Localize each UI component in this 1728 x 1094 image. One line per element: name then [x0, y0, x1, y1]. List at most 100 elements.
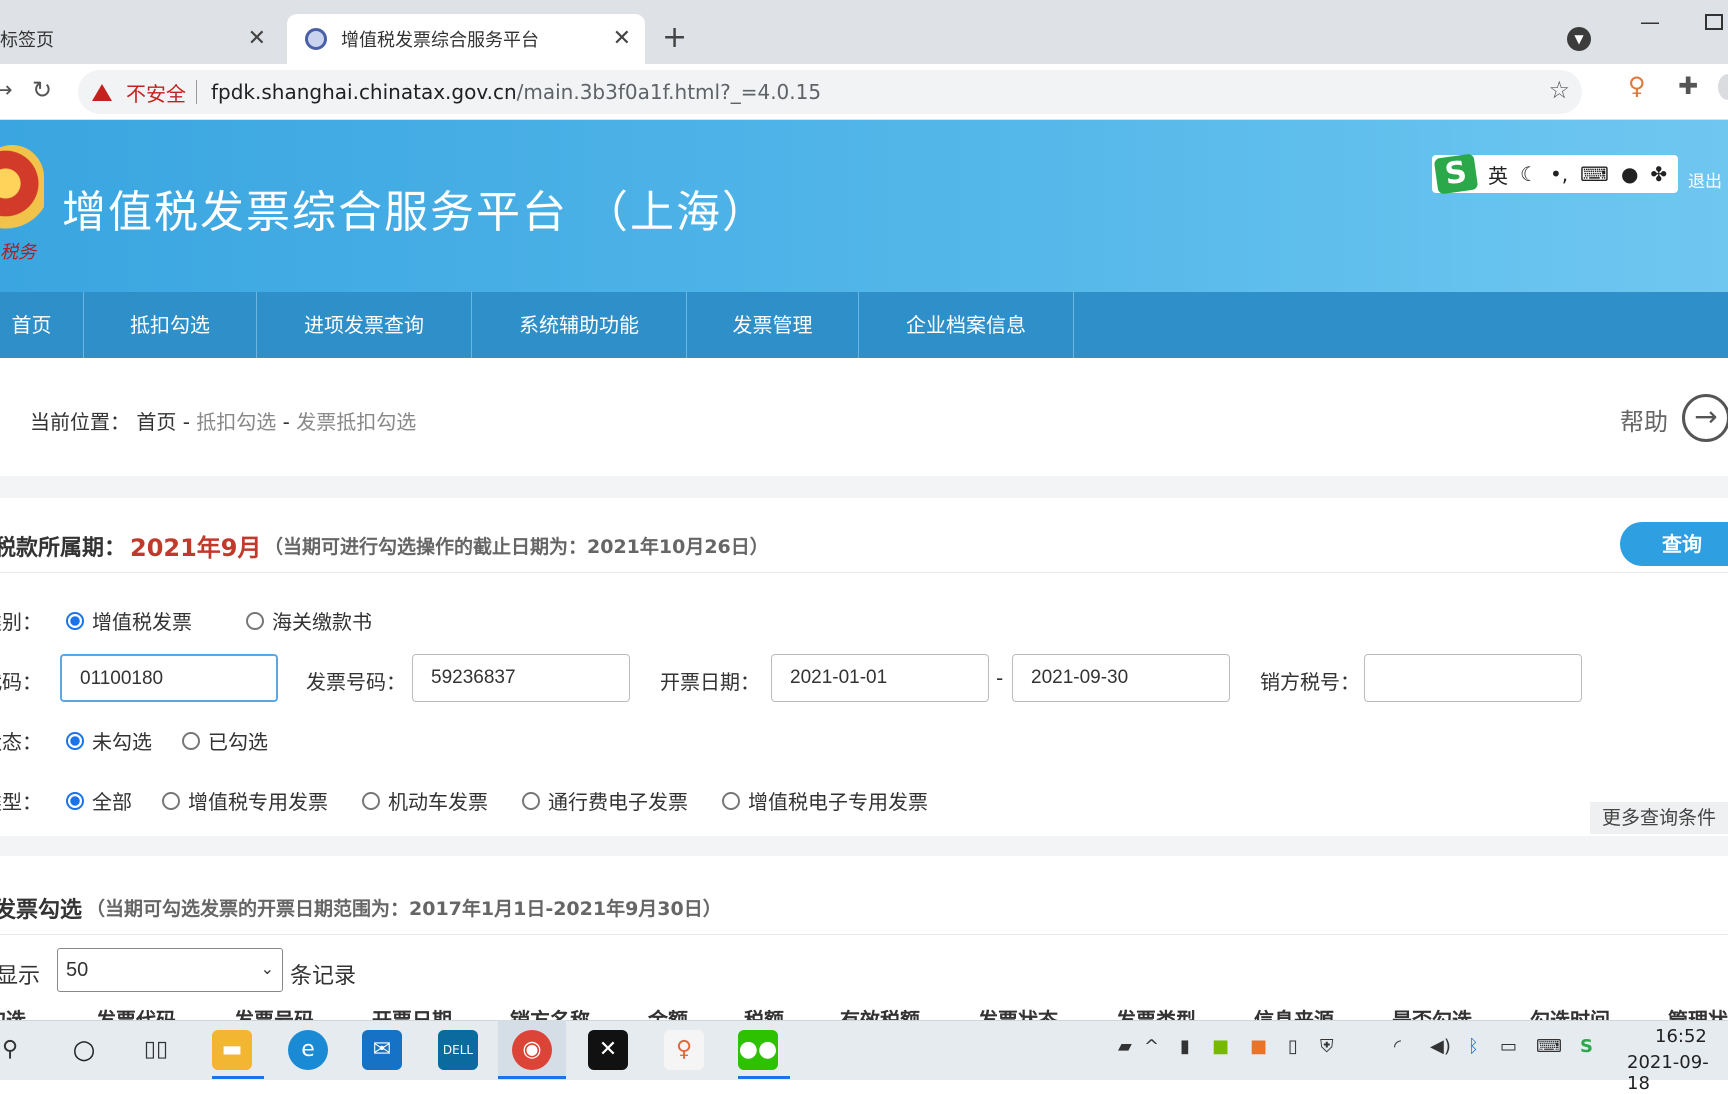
column-header[interactable]: 勾选时间	[1530, 1006, 1610, 1020]
column-header[interactable]: 管理状态	[1668, 1006, 1728, 1020]
logout-link[interactable]: 退出	[1688, 167, 1722, 192]
shield-icon[interactable]: ⛨	[1320, 1036, 1334, 1057]
column-header[interactable]: 发票代码	[96, 1006, 176, 1020]
more-conditions-button[interactable]: 更多查询条件	[1590, 802, 1728, 834]
bluetooth-icon[interactable]: ᛒ	[1468, 1036, 1479, 1057]
nav-input-invoice-query[interactable]: 进项发票查询	[257, 292, 472, 358]
close-icon[interactable]: ✕	[613, 26, 631, 51]
date-to-input[interactable]: 2021-09-30	[1012, 654, 1230, 702]
sogou-tray-icon[interactable]: S	[1580, 1036, 1593, 1057]
column-header[interactable]: 信息来源	[1254, 1006, 1334, 1020]
wechat-icon[interactable]: ●●	[738, 1030, 778, 1070]
extension-icon[interactable]: ♀	[1628, 72, 1646, 100]
dell-icon[interactable]: DELL	[438, 1030, 478, 1070]
ime-toolbar[interactable]: S 英 ☾ •, ⌨ ● ✤	[1432, 153, 1678, 195]
battery-icon[interactable]: ▭	[1500, 1036, 1517, 1057]
column-header[interactable]: 是否勾选	[1392, 1006, 1472, 1020]
minimize-icon[interactable]: —	[1640, 10, 1660, 34]
column-header[interactable]: 金额	[648, 1006, 688, 1020]
nvidia-icon[interactable]: ■	[1212, 1036, 1229, 1057]
radio-type-all[interactable]: 全部	[66, 786, 132, 815]
capcut-icon[interactable]: ✕	[588, 1030, 628, 1070]
cortana-icon[interactable]: ○	[64, 1030, 104, 1070]
tab-vat-platform[interactable]: 增值税发票综合服务平台 ✕	[287, 14, 645, 64]
column-header[interactable]: 开票日期	[372, 1006, 452, 1020]
radio-unchecked-icon[interactable]	[246, 611, 264, 630]
punctuation-icon[interactable]: •,	[1550, 162, 1568, 186]
help-link[interactable]: 帮助	[1620, 402, 1668, 437]
invoice-code-input[interactable]: 01100180	[60, 654, 278, 702]
arrow-right-icon[interactable]: →	[1682, 394, 1728, 442]
radio-type-special-vat[interactable]: 增值税专用发票	[162, 786, 328, 815]
chrome-icon[interactable]: ◉	[512, 1030, 552, 1070]
puzzle-icon[interactable]: ✚	[1678, 72, 1698, 100]
folder-tray-icon[interactable]: ▰	[1118, 1036, 1132, 1057]
usb-icon[interactable]: ▯	[1288, 1036, 1298, 1057]
column-header[interactable]: 有效税额	[840, 1006, 920, 1020]
nav-company-profile[interactable]: 企业档案信息	[859, 292, 1074, 358]
nav-deduction[interactable]: 抵扣勾选	[84, 292, 257, 358]
radio-selected[interactable]: 已勾选	[182, 726, 268, 755]
mail-icon[interactable]: ✉	[362, 1030, 402, 1070]
reload-icon[interactable]: ↻	[32, 76, 52, 104]
security-label[interactable]: 不安全	[126, 78, 186, 107]
ime-language[interactable]: 英	[1488, 160, 1508, 189]
tax-app-icon[interactable]: ♀	[664, 1030, 704, 1070]
radio-unchecked-icon[interactable]	[182, 731, 200, 750]
nav-home[interactable]: 首页	[0, 292, 84, 358]
file-explorer-icon[interactable]: ▬	[212, 1030, 252, 1070]
radio-vat-invoice[interactable]: 增值税发票	[66, 606, 192, 635]
radio-checked-icon[interactable]	[66, 731, 84, 750]
radio-customs-bill[interactable]: 海关缴款书	[246, 606, 372, 635]
radio-type-vehicle[interactable]: 机动车发票	[362, 786, 488, 815]
moon-icon[interactable]: ☾	[1520, 162, 1538, 186]
microphone-icon[interactable]: ▮	[1180, 1036, 1190, 1057]
clock-date[interactable]: 2021-09-18	[1627, 1052, 1728, 1094]
grid-icon[interactable]: ✤	[1650, 162, 1667, 186]
invoice-number-input[interactable]: 59236837	[412, 654, 630, 702]
column-header[interactable]: 发票类型	[1116, 1006, 1196, 1020]
page-size-select[interactable]: 50 ⌄	[57, 948, 283, 992]
tab-new[interactable]: 标签页 ✕	[0, 14, 280, 64]
breadcrumb-home[interactable]: 首页	[136, 410, 176, 434]
user-icon[interactable]: ●	[1621, 162, 1638, 186]
nav-system-aux[interactable]: 系统辅助功能	[472, 292, 687, 358]
column-header[interactable]: 销方名称	[510, 1006, 590, 1020]
query-button[interactable]: 查询	[1620, 522, 1728, 566]
date-from-input[interactable]: 2021-01-01	[771, 654, 989, 702]
url-input[interactable]: 不安全 fpdk.shanghai.chinatax.gov.cn /main.…	[78, 70, 1582, 114]
sogou-icon[interactable]: S	[1433, 153, 1479, 195]
nav-invoice-management[interactable]: 发票管理	[687, 292, 859, 358]
clock-time[interactable]: 16:52	[1655, 1026, 1707, 1047]
close-icon[interactable]: ✕	[248, 26, 266, 51]
keyboard-icon[interactable]: ⌨	[1580, 162, 1609, 186]
column-header[interactable]: 勾选	[0, 1006, 26, 1020]
column-header[interactable]: 发票号码	[234, 1006, 314, 1020]
radio-unchecked-icon[interactable]	[722, 791, 740, 810]
keyboard-layout-icon[interactable]: ⌨	[1536, 1036, 1562, 1057]
seller-tax-input[interactable]	[1364, 654, 1582, 702]
radio-unchecked-icon[interactable]	[162, 791, 180, 810]
breadcrumb-level1[interactable]: 抵扣勾选	[196, 410, 276, 434]
forward-arrow-icon[interactable]: →	[0, 78, 12, 103]
task-view-icon[interactable]: ▯▯	[136, 1030, 176, 1070]
radio-unselected[interactable]: 未勾选	[66, 726, 152, 755]
radio-type-toll[interactable]: 通行费电子发票	[522, 786, 688, 815]
volume-icon[interactable]: ◀)	[1430, 1036, 1451, 1057]
radio-checked-icon[interactable]	[66, 791, 84, 810]
chevron-down-icon[interactable]: ▼	[1567, 27, 1591, 51]
wifi-icon[interactable]: ◜	[1394, 1036, 1401, 1057]
radio-unchecked-icon[interactable]	[362, 791, 380, 810]
chevron-up-icon[interactable]: ^	[1144, 1036, 1159, 1057]
maximize-icon[interactable]	[1705, 14, 1723, 30]
radio-type-e-special-vat[interactable]: 增值税电子专用发票	[722, 786, 928, 815]
plus-icon[interactable]: +	[662, 20, 687, 55]
edge-icon[interactable]: e	[288, 1030, 328, 1070]
radio-checked-icon[interactable]	[66, 611, 84, 630]
column-header[interactable]: 税额	[744, 1006, 784, 1020]
column-header[interactable]: 发票状态	[978, 1006, 1058, 1020]
office-icon[interactable]: ■	[1250, 1036, 1267, 1057]
radio-unchecked-icon[interactable]	[522, 791, 540, 810]
star-icon[interactable]: ☆	[1548, 76, 1570, 104]
search-icon[interactable]: ⚲	[0, 1030, 30, 1070]
